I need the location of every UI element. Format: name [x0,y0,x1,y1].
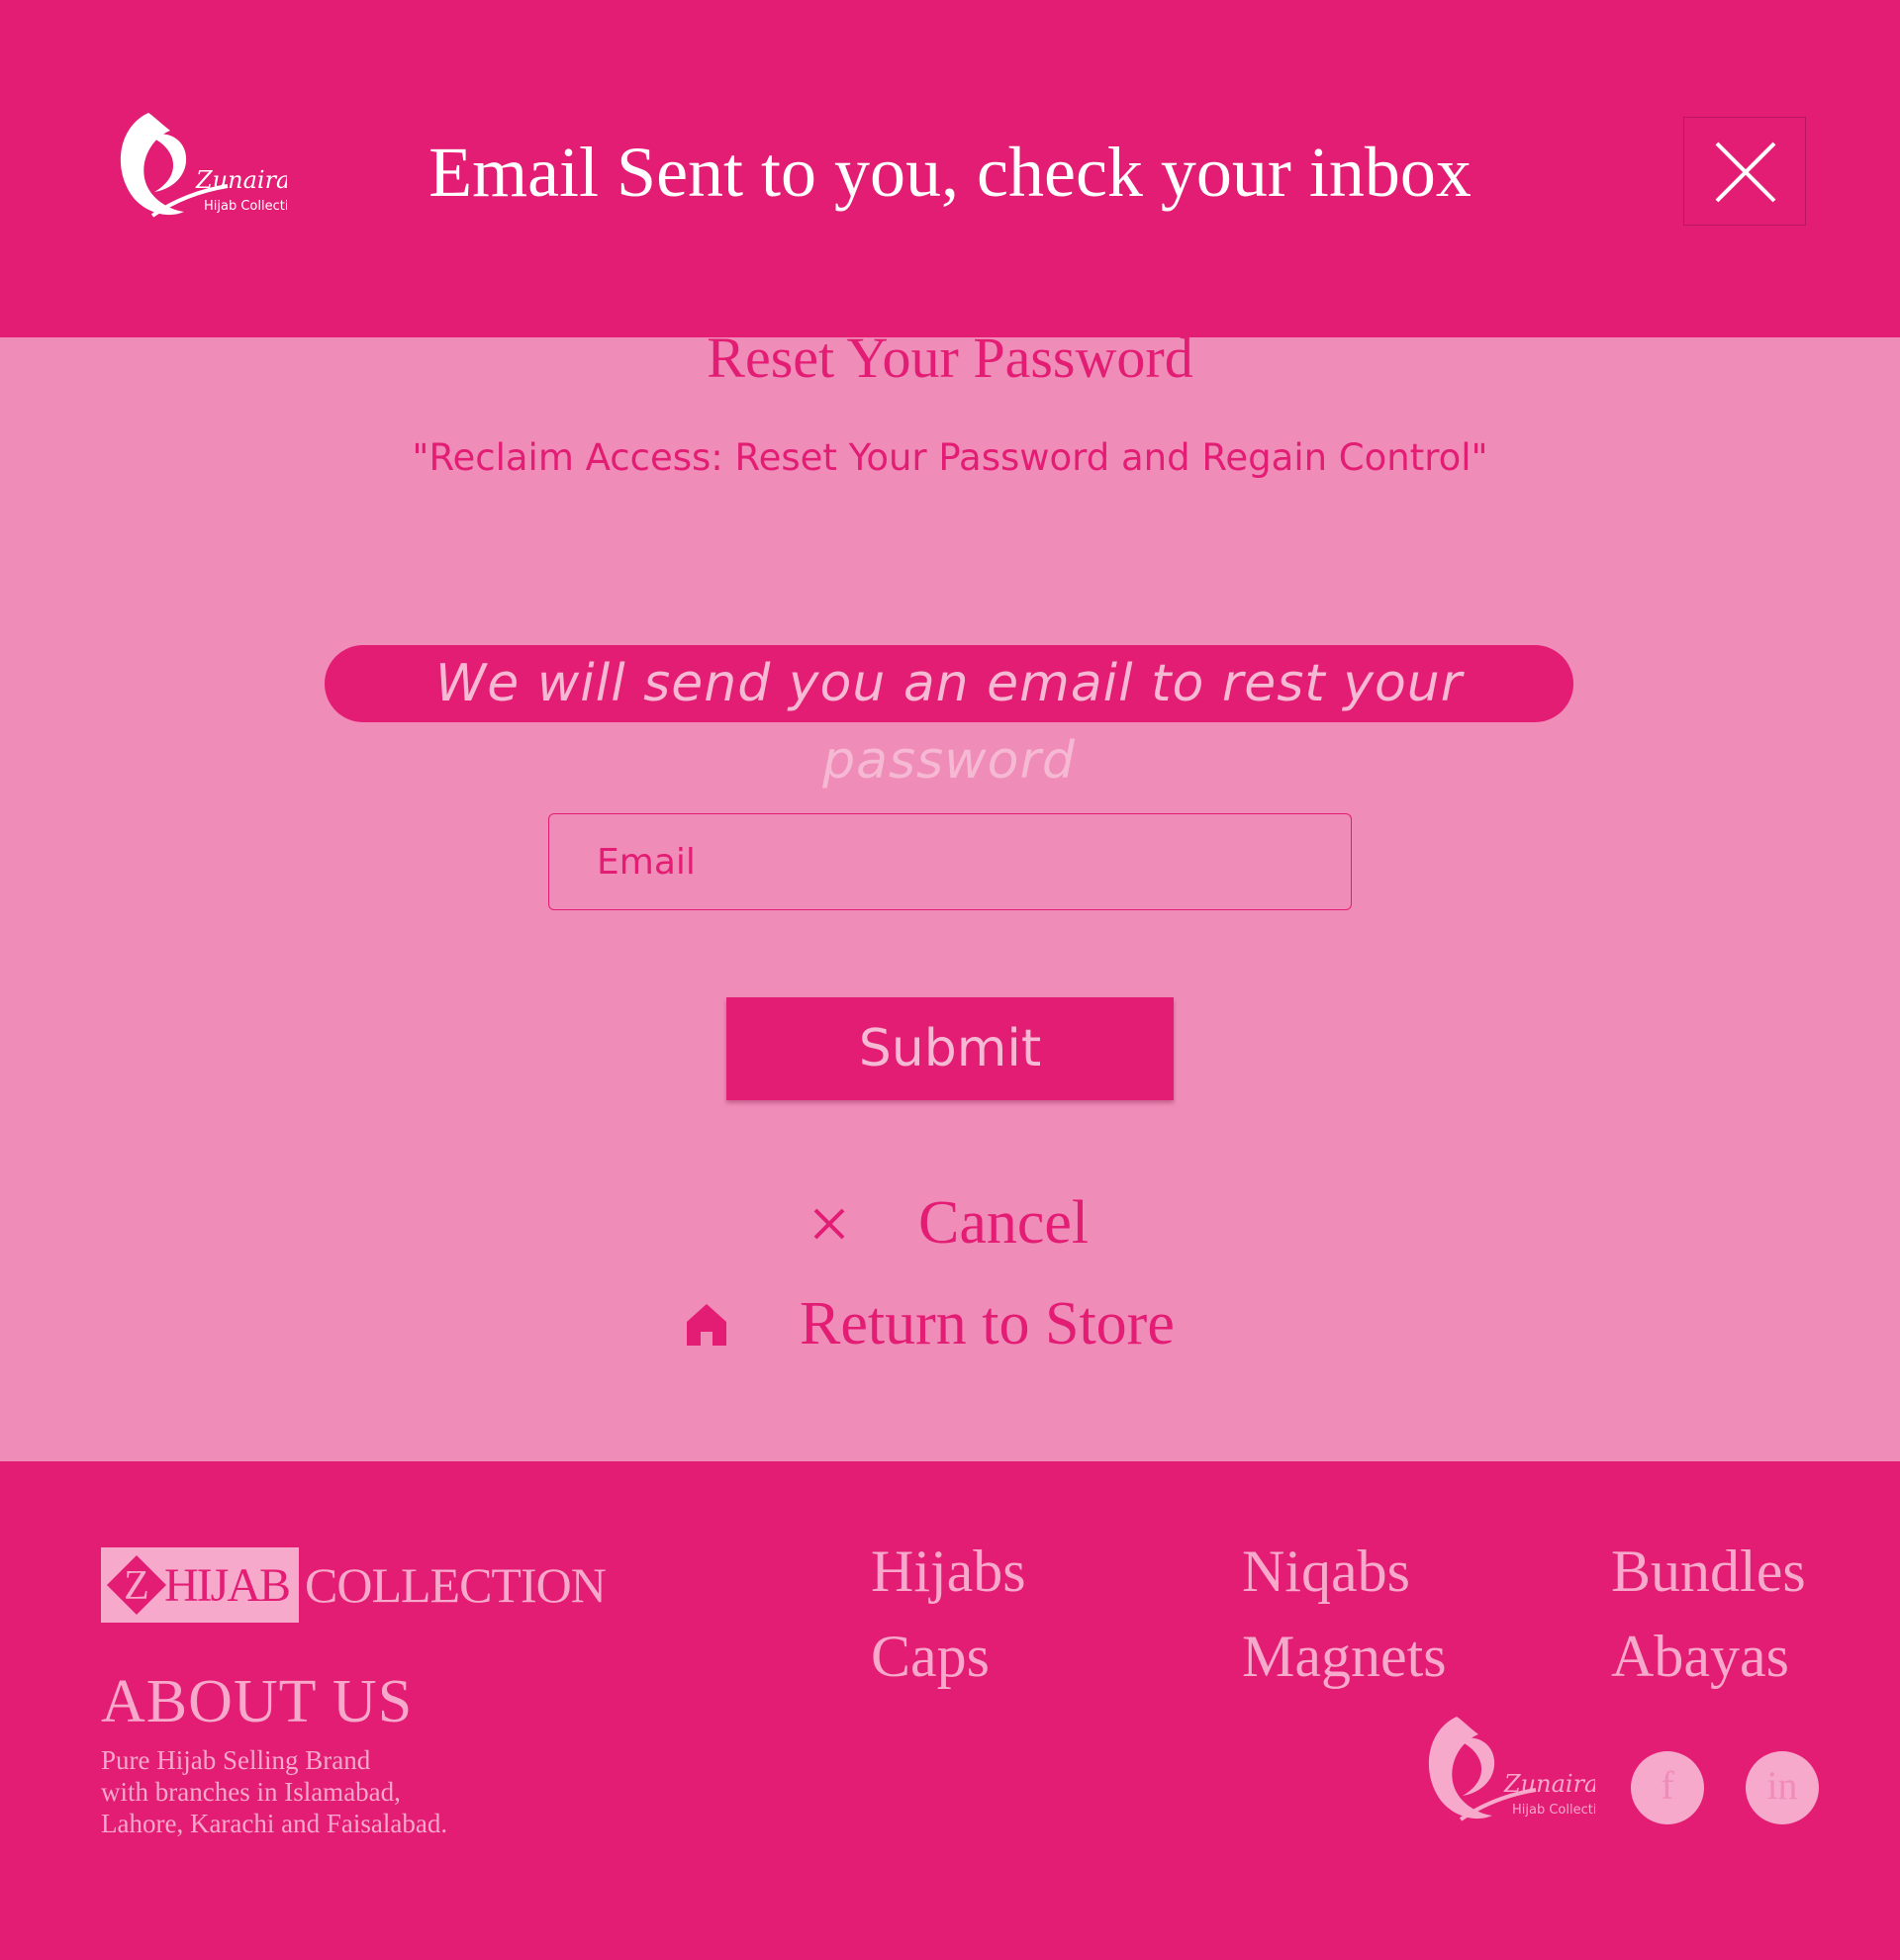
linkedin-icon[interactable]: in [1746,1751,1819,1824]
footer-link-magnets[interactable]: Magnets [1242,1622,1447,1691]
diamond-icon: Z [107,1555,166,1615]
svg-text:Hijab Collection: Hijab Collection [1512,1803,1595,1818]
footer: Z HIJAB COLLECTION ABOUT US Pure Hijab S… [0,1461,1900,1960]
svg-text:Zunaira: Zunaira [1503,1770,1595,1798]
page-subtitle: "Reclaim Access: Reset Your Password and… [412,436,1488,479]
footer-link-bundles[interactable]: Bundles [1611,1537,1806,1606]
x-icon [813,1208,845,1240]
footer-link-caps[interactable]: Caps [871,1622,990,1691]
home-icon [687,1304,726,1346]
about-line: Pure Hijab Selling Brand [101,1745,371,1775]
cancel-link[interactable]: Cancel [806,1183,1089,1262]
svg-text:Z: Z [124,1563,149,1609]
facebook-icon[interactable]: f [1631,1751,1704,1824]
brand-collection-text: COLLECTION [305,1557,607,1613]
return-to-store-label: Return to Store [800,1289,1175,1357]
brand-logo: Z HIJAB COLLECTION [101,1546,607,1624]
about-text: Pure Hijab Selling Brand with branches i… [101,1744,517,1839]
notification-message: Email Sent to you, check your inbox [428,133,1472,212]
about-heading: ABOUT US [101,1668,414,1735]
cancel-label: Cancel [918,1188,1090,1257]
email-field[interactable] [548,813,1352,910]
about-line: with branches in Islamabad, [101,1777,401,1807]
close-icon [1715,141,1776,203]
info-banner: We will send you an email to rest your p… [325,645,1573,791]
brand-hijab-text: HIJAB [164,1558,291,1612]
page-title: Reset Your Password [707,326,1193,390]
return-to-store-link[interactable]: Return to Store [683,1284,1175,1363]
brand-badge: Z HIJAB [101,1547,299,1623]
submit-button[interactable]: Submit [726,997,1174,1100]
footer-link-abayas[interactable]: Abayas [1611,1622,1789,1691]
notification-bar: Zunaira Hijab Collection Email Sent to y… [0,0,1900,337]
zunaira-logo-icon: Zunaira Hijab Collection [1417,1711,1613,1831]
close-button[interactable] [1683,117,1806,226]
footer-link-niqabs[interactable]: Niqabs [1242,1537,1410,1606]
about-line: Lahore, Karachi and Faisalabad. [101,1809,448,1838]
footer-link-hijabs[interactable]: Hijabs [871,1537,1026,1606]
